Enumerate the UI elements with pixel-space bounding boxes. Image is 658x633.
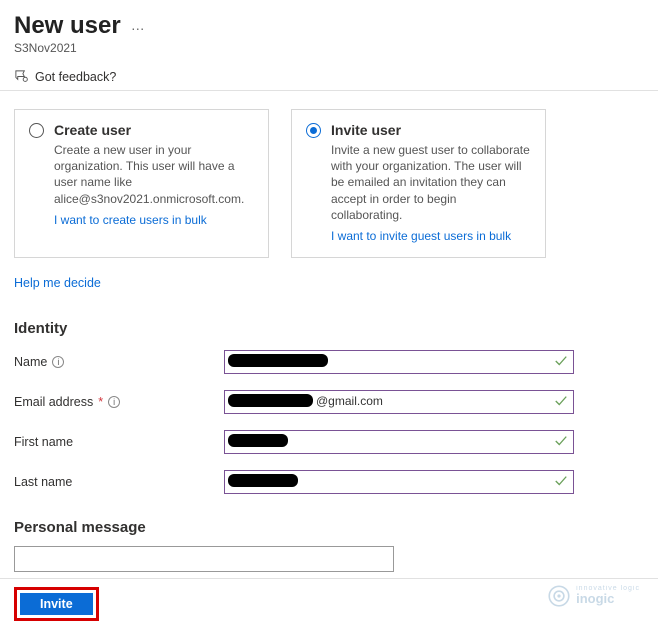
first-name-label: First name [14, 435, 73, 449]
info-icon[interactable]: i [108, 396, 120, 408]
email-label: Email address [14, 395, 93, 409]
invite-user-card[interactable]: Invite user Invite a new guest user to c… [291, 109, 546, 258]
last-name-label: Last name [14, 475, 72, 489]
create-user-radio[interactable] [29, 123, 44, 138]
create-user-card[interactable]: Create user Create a new user in your or… [14, 109, 269, 258]
invite-highlight: Invite [14, 587, 99, 621]
divider [0, 90, 658, 91]
feedback-icon [14, 69, 29, 84]
identity-heading: Identity [14, 320, 644, 337]
check-icon [554, 474, 568, 488]
feedback-label: Got feedback? [35, 70, 116, 84]
feedback-link[interactable]: Got feedback? [14, 69, 644, 90]
help-me-decide-link[interactable]: Help me decide [14, 276, 101, 290]
check-icon [554, 354, 568, 368]
check-icon [554, 434, 568, 448]
more-icon[interactable]: … [131, 17, 145, 37]
invite-user-title: Invite user [331, 122, 401, 138]
watermark: innovative logic inogic [546, 583, 640, 609]
check-icon [554, 394, 568, 408]
create-user-desc: Create a new user in your organization. … [54, 142, 254, 207]
info-icon[interactable]: i [52, 356, 64, 368]
invite-user-radio[interactable] [306, 123, 321, 138]
invite-user-desc: Invite a new guest user to collaborate w… [331, 142, 531, 223]
page-subtitle: S3Nov2021 [14, 41, 644, 55]
personal-message-input[interactable] [14, 546, 394, 572]
invite-button[interactable]: Invite [20, 593, 93, 615]
create-bulk-link[interactable]: I want to create users in bulk [54, 213, 207, 227]
email-input[interactable] [224, 390, 574, 414]
invite-bulk-link[interactable]: I want to invite guest users in bulk [331, 229, 511, 243]
name-label: Name [14, 355, 47, 369]
required-indicator: * [98, 395, 103, 409]
personal-message-heading: Personal message [14, 519, 644, 536]
watermark-brand: inogic [576, 591, 614, 606]
first-name-input[interactable] [224, 430, 574, 454]
last-name-input[interactable] [224, 470, 574, 494]
name-input[interactable] [224, 350, 574, 374]
create-user-title: Create user [54, 122, 131, 138]
page-title: New user [14, 12, 121, 40]
